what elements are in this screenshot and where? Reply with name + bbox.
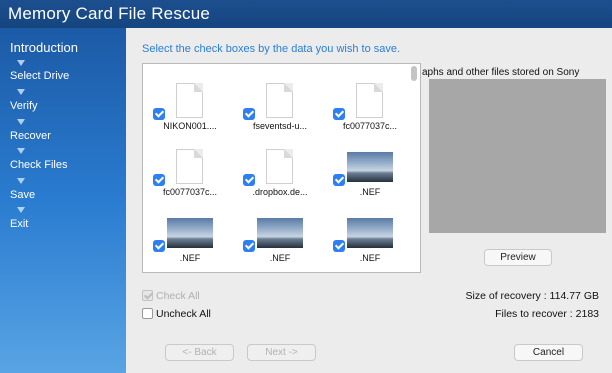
photo-thumbnail: [167, 218, 213, 248]
wizard-sidebar: Introduction Select Drive Verify Recover…: [0, 28, 126, 373]
file-grid[interactable]: NIKON001.... fseventsd-u... fc0077037c..…: [142, 63, 421, 273]
document-icon: [176, 149, 203, 184]
title-bar: Memory Card File Rescue: [0, 0, 612, 28]
file-name: fc0077037c...: [342, 121, 398, 131]
uncheck-all-label: Uncheck All: [156, 308, 211, 320]
step-introduction: Introduction: [10, 40, 78, 55]
document-icon: [356, 83, 383, 118]
file-checkbox[interactable]: [153, 108, 165, 120]
file-name: .NEF: [359, 187, 381, 197]
file-item[interactable]: .dropbox.de...: [233, 134, 323, 198]
step-exit: Exit: [10, 218, 29, 230]
step-check-files: Check Files: [10, 159, 68, 171]
instruction-text: Select the check boxes by the data you w…: [142, 43, 401, 55]
file-checkbox[interactable]: [153, 174, 165, 186]
step-arrow-icon: [17, 89, 25, 95]
file-item[interactable]: NIKON001....: [143, 68, 233, 132]
file-name: .dropbox.de...: [252, 187, 308, 197]
file-item[interactable]: fseventsd-u...: [233, 68, 323, 132]
document-icon: [266, 83, 293, 118]
file-item[interactable]: fc0077037c...: [143, 134, 233, 198]
file-item[interactable]: .NEF: [323, 134, 413, 198]
cancel-button[interactable]: Cancel: [514, 344, 583, 361]
file-checkbox[interactable]: [243, 240, 255, 252]
size-of-recovery: Size of recovery : 114.77 GB: [465, 290, 599, 302]
file-checkbox[interactable]: [333, 108, 345, 120]
next-button[interactable]: Next ->: [247, 344, 316, 361]
file-name: fc0077037c...: [162, 187, 218, 197]
preview-pane: [429, 79, 606, 233]
file-checkbox[interactable]: [243, 174, 255, 186]
back-button[interactable]: <- Back: [165, 344, 234, 361]
photo-thumbnail: [347, 218, 393, 248]
file-checkbox[interactable]: [243, 108, 255, 120]
step-arrow-icon: [17, 148, 25, 154]
photo-thumbnail: [257, 218, 303, 248]
step-arrow-icon: [17, 119, 25, 125]
app-title: Memory Card File Rescue: [8, 4, 211, 23]
file-name: NIKON001....: [163, 121, 217, 131]
uncheck-all-checkbox[interactable]: [142, 308, 153, 319]
file-name: .NEF: [269, 253, 291, 263]
file-name: fseventsd-u...: [252, 121, 308, 131]
check-all-checkbox[interactable]: [142, 290, 153, 301]
file-item[interactable]: fc0077037c...: [323, 68, 413, 132]
step-arrow-icon: [17, 178, 25, 184]
grid-scrollbar[interactable]: [411, 66, 417, 81]
document-icon: [266, 149, 293, 184]
step-select-drive: Select Drive: [10, 70, 70, 82]
check-all-label: Check All: [156, 290, 200, 302]
files-to-recover: Files to recover : 2183: [495, 308, 599, 320]
file-item[interactable]: .NEF: [143, 200, 233, 264]
preview-caption: aphs and other files stored on Sony: [422, 67, 580, 78]
file-checkbox[interactable]: [153, 240, 165, 252]
file-checkbox[interactable]: [333, 174, 345, 186]
document-icon: [176, 83, 203, 118]
step-verify: Verify: [10, 100, 38, 112]
step-arrow-icon: [17, 60, 25, 66]
file-item[interactable]: .NEF: [323, 200, 413, 264]
file-name: .NEF: [179, 253, 201, 263]
step-recover: Recover: [10, 130, 51, 142]
step-save: Save: [10, 189, 36, 201]
file-checkbox[interactable]: [333, 240, 345, 252]
preview-button[interactable]: Preview: [484, 249, 552, 266]
step-arrow-icon: [17, 207, 25, 213]
file-item[interactable]: .NEF: [233, 200, 323, 264]
file-name: .NEF: [359, 253, 381, 263]
photo-thumbnail: [347, 152, 393, 182]
